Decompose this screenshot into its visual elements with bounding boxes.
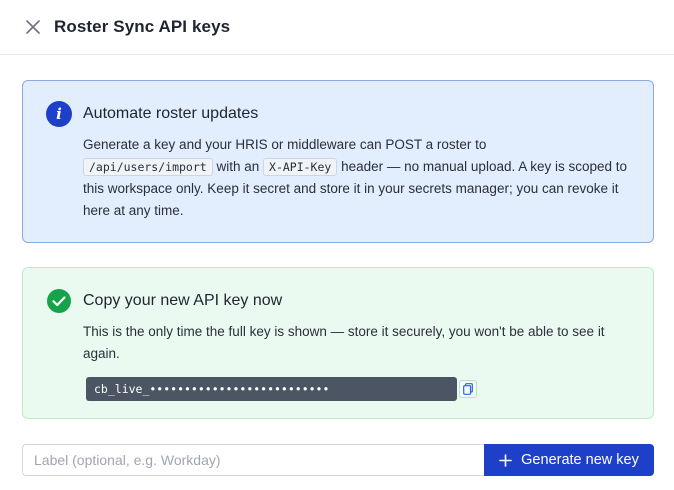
dialog-title: Roster Sync API keys <box>54 17 231 36</box>
copy-key-button[interactable] <box>459 380 477 398</box>
header-name-code: X-API-Key <box>263 158 338 176</box>
check-circle-icon <box>47 289 71 313</box>
success-callout: Copy your new API key now This is the on… <box>22 267 654 419</box>
copy-icon[interactable] <box>463 383 473 395</box>
endpoint-code: /api/users/import <box>83 158 213 176</box>
api-key-row: cb_live_•••••••••••••••••••••••••• <box>86 377 477 401</box>
info-text-1: Generate a key and your HRIS or middlewa… <box>83 137 487 152</box>
generate-key-label: Generate new key <box>521 452 639 468</box>
success-heading: Copy your new API key now <box>83 292 283 309</box>
info-heading: Automate roster updates <box>83 105 259 122</box>
close-icon[interactable] <box>26 20 40 34</box>
generate-key-button[interactable]: Generate new key <box>484 444 654 476</box>
key-label-input[interactable] <box>22 444 484 476</box>
plus-icon <box>499 453 512 467</box>
info-text-2: with an <box>216 159 260 174</box>
close-button[interactable] <box>22 16 44 38</box>
info-callout: i Automate roster updates Generate a key… <box>22 80 654 243</box>
success-body: This is the only time the full key is sh… <box>83 324 605 361</box>
info-icon: i <box>46 101 72 127</box>
dialog-header: Roster Sync API keys <box>0 0 674 55</box>
api-key-value[interactable]: cb_live_•••••••••••••••••••••••••• <box>86 377 457 401</box>
info-body: Generate a key and your HRIS or middlewa… <box>83 134 643 222</box>
